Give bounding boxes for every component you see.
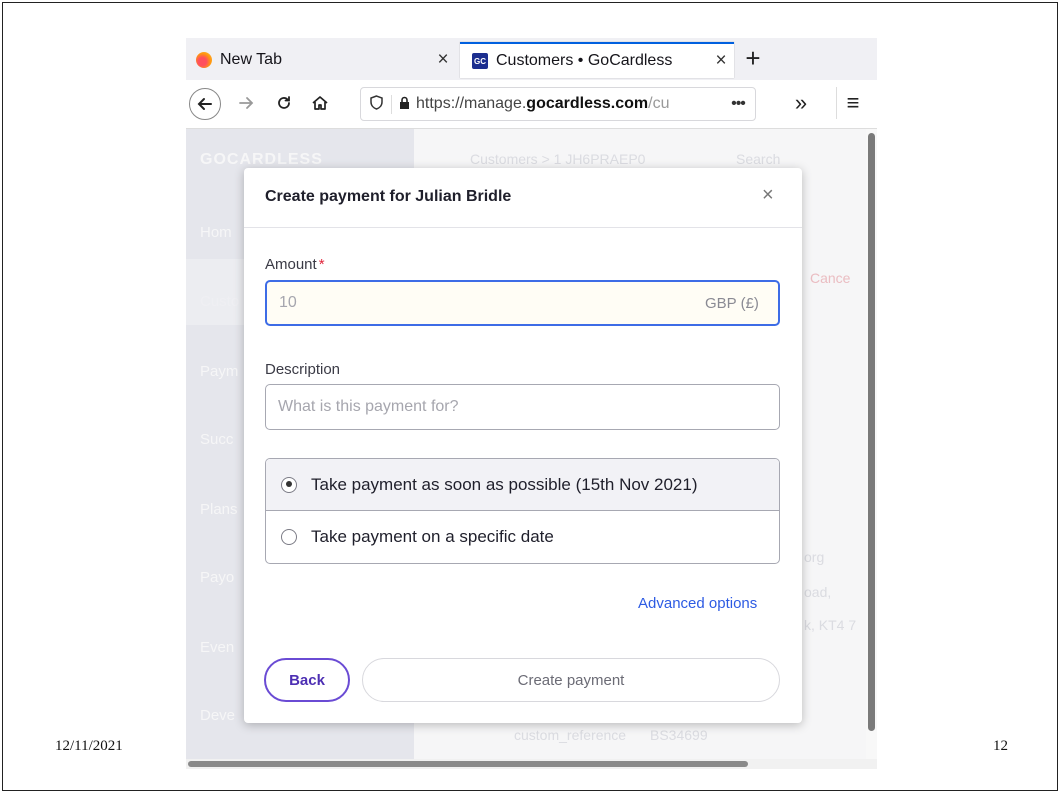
hamburger-menu-icon[interactable]: ≡ bbox=[836, 87, 869, 119]
tab-title: Customers • GoCardless bbox=[496, 52, 673, 69]
slide-page-number: 12 bbox=[993, 738, 1008, 754]
lock-icon bbox=[392, 96, 416, 113]
page-actions-icon[interactable]: ••• bbox=[721, 95, 755, 113]
dialog-header: Create payment for Julian Bridle × bbox=[244, 168, 802, 228]
gocardless-favicon-icon: GC bbox=[472, 53, 488, 69]
close-tab-icon[interactable]: × bbox=[430, 49, 456, 71]
firefox-icon bbox=[196, 52, 212, 68]
close-tab-icon[interactable]: × bbox=[708, 50, 734, 72]
horizontal-scroll-thumb[interactable] bbox=[188, 761, 748, 767]
page-content: GOCARDLESS Hom Custo Paym Succ Plans Pay… bbox=[186, 129, 877, 769]
amount-label: Amount * bbox=[265, 256, 325, 273]
back-arrow-icon[interactable] bbox=[189, 88, 221, 120]
option-asap[interactable]: Take payment as soon as possible (15th N… bbox=[266, 459, 779, 511]
tracking-shield-icon[interactable] bbox=[361, 94, 392, 114]
advanced-options-link[interactable]: Advanced options bbox=[638, 595, 757, 612]
amount-input[interactable] bbox=[265, 280, 780, 326]
browser-window: New Tab × GC Customers • GoCardless × + bbox=[186, 38, 877, 769]
option-specific-date[interactable]: Take payment on a specific date bbox=[266, 511, 779, 563]
tab-new-tab[interactable]: New Tab × bbox=[186, 42, 456, 78]
dialog-title: Create payment for Julian Bridle bbox=[265, 188, 512, 205]
slide-date: 12/11/2021 bbox=[55, 738, 123, 754]
tab-customers[interactable]: GC Customers • GoCardless × bbox=[460, 42, 734, 78]
tab-bar: New Tab × GC Customers • GoCardless × + bbox=[186, 38, 877, 80]
close-icon[interactable]: × bbox=[762, 184, 774, 207]
radio-unchecked-icon[interactable] bbox=[281, 529, 297, 545]
new-tab-button[interactable]: + bbox=[738, 44, 768, 74]
create-payment-dialog: Create payment for Julian Bridle × Amoun… bbox=[244, 168, 802, 723]
reload-icon[interactable] bbox=[268, 87, 300, 119]
home-icon[interactable] bbox=[304, 87, 336, 119]
vertical-scroll-thumb[interactable] bbox=[868, 133, 875, 731]
create-payment-button[interactable]: Create payment bbox=[362, 658, 780, 702]
radio-checked-icon[interactable] bbox=[281, 476, 297, 493]
option-label: Take payment as soon as possible (15th N… bbox=[311, 474, 698, 494]
back-button[interactable]: Back bbox=[264, 658, 350, 702]
required-indicator: * bbox=[318, 256, 325, 273]
currency-suffix: GBP (£) bbox=[705, 295, 759, 312]
description-input[interactable] bbox=[265, 384, 780, 430]
forward-arrow-icon[interactable] bbox=[230, 87, 262, 119]
url-bar[interactable]: https://manage.gocardless.com/cu ••• bbox=[360, 87, 756, 121]
option-label: Take payment on a specific date bbox=[311, 527, 554, 546]
tab-title: New Tab bbox=[220, 51, 282, 68]
navigation-toolbar: https://manage.gocardless.com/cu ••• » ≡ bbox=[186, 80, 877, 129]
payment-timing-options: Take payment as soon as possible (15th N… bbox=[265, 458, 780, 564]
description-label: Description bbox=[265, 361, 341, 378]
overflow-chevron-icon[interactable]: » bbox=[785, 87, 817, 119]
url-text: https://manage.gocardless.com/cu bbox=[416, 95, 670, 112]
